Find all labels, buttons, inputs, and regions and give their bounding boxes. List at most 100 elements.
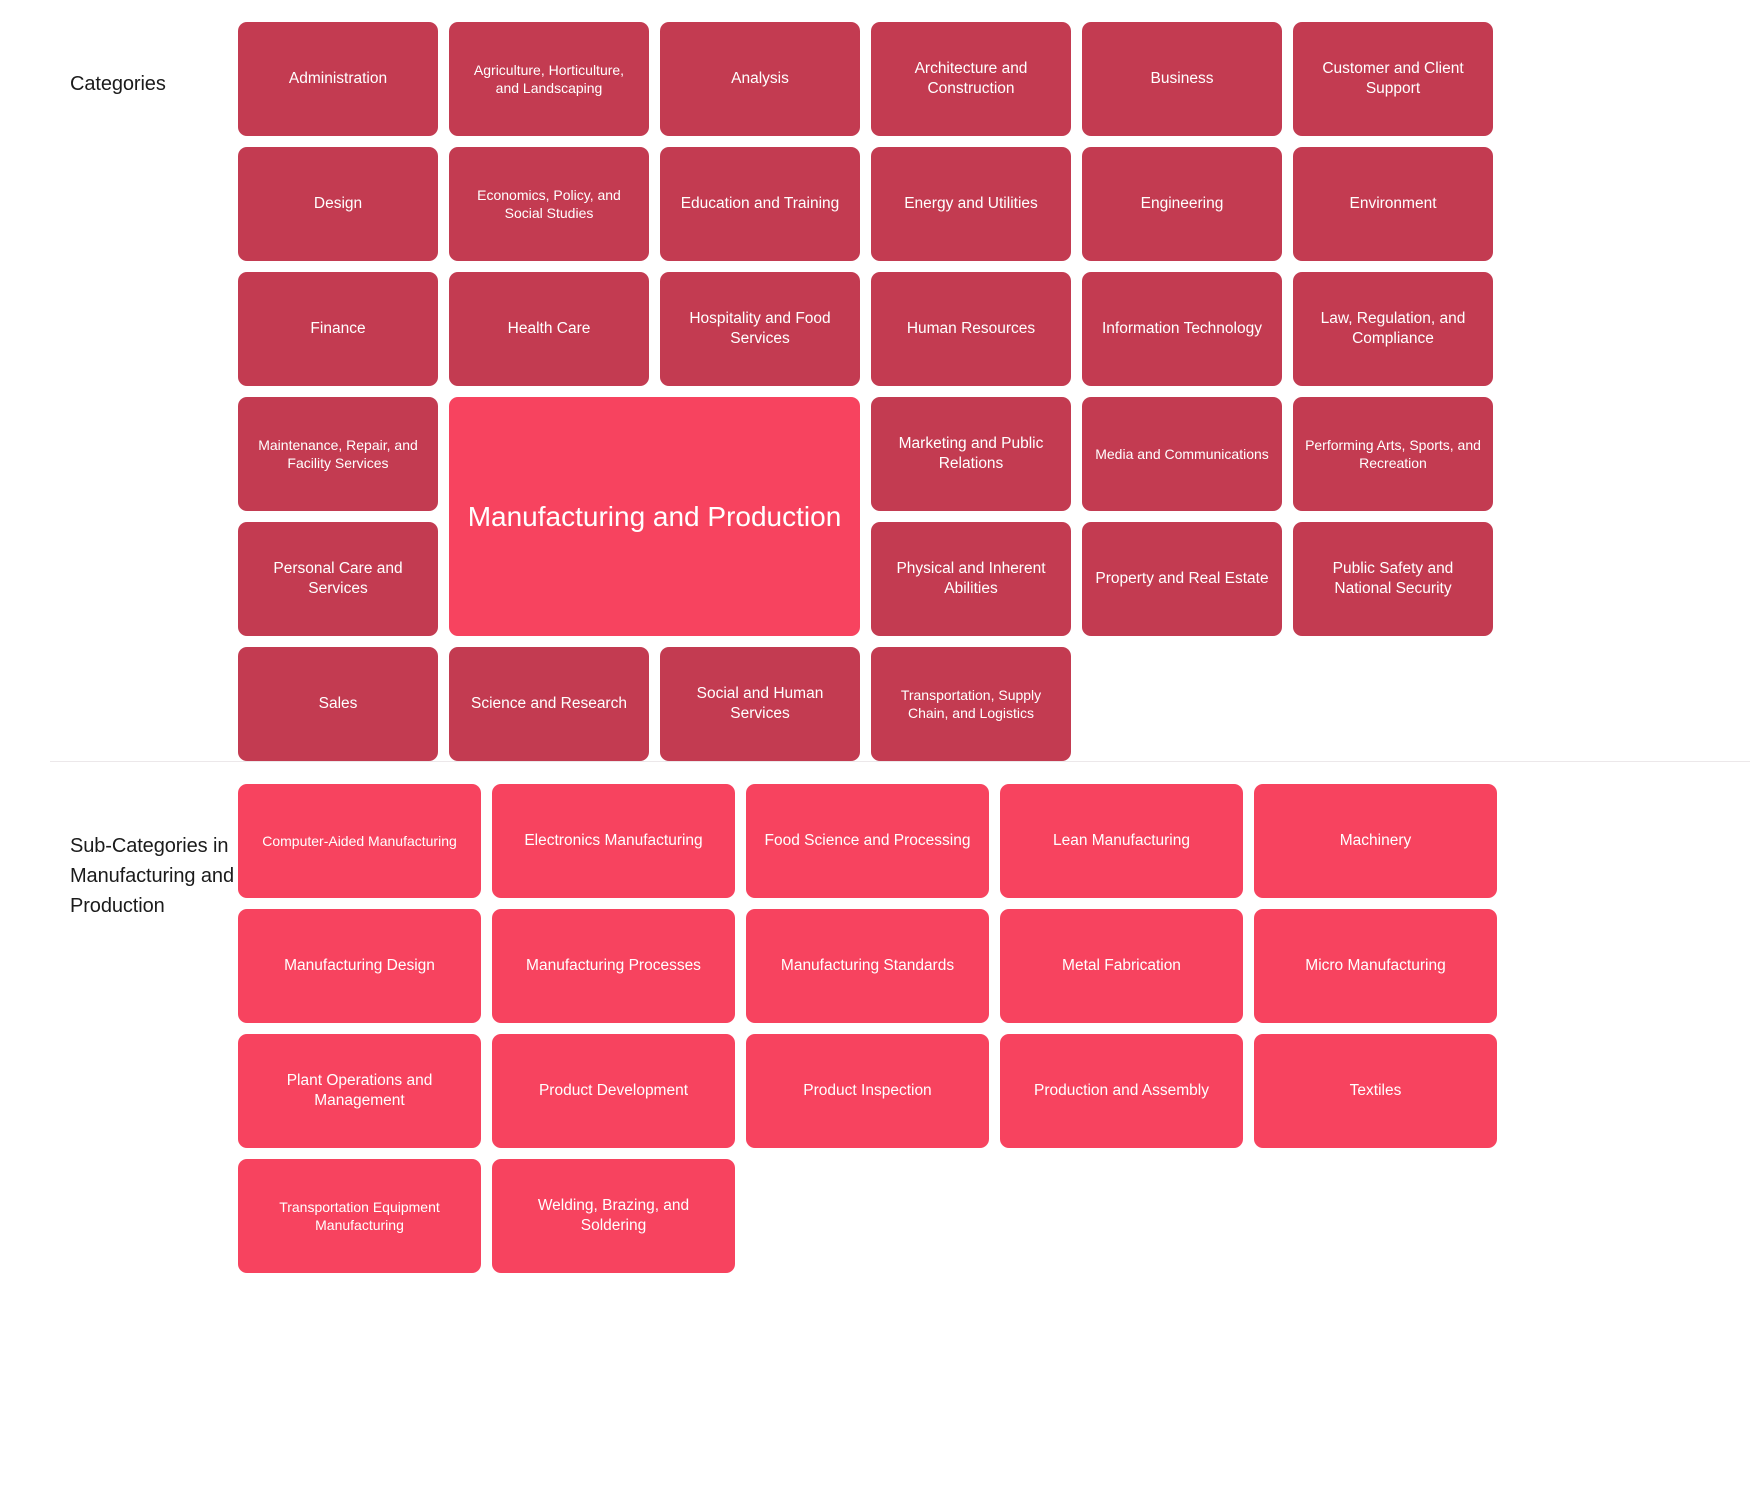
subcategory-tile-production-and-assembly[interactable]: Production and Assembly: [1000, 1034, 1243, 1148]
tile-label: Manufacturing Processes: [526, 956, 701, 974]
subcategory-tile-electronics-manufacturing[interactable]: Electronics Manufacturing: [492, 784, 735, 898]
categories-grid: Administration Agriculture, Horticulture,…: [238, 22, 1493, 761]
category-tile-physical-and-inherent-abilities[interactable]: Physical and Inherent Abilities: [871, 522, 1071, 636]
tile-label: Media and Communications: [1095, 445, 1269, 462]
tile-label: Transportation Equipment Manufacturing: [279, 1198, 440, 1233]
category-tile-design[interactable]: Design: [238, 147, 438, 261]
tile-label: Lean Manufacturing: [1052, 831, 1190, 849]
subcategory-tile-manufacturing-processes[interactable]: Manufacturing Processes: [492, 909, 735, 1023]
category-tile-health-care[interactable]: Health Care: [449, 272, 649, 386]
subcategory-tile-transportation-equipment-manufacturing[interactable]: Transportation Equipment Manufacturing: [238, 1159, 481, 1273]
subcategories-grid: Computer-Aided Manufacturing Electronics …: [238, 784, 1497, 1273]
category-tile-maintenance-repair-and-facility-services[interactable]: Maintenance, Repair, and Facility Servic…: [238, 397, 438, 511]
subcategory-tile-lean-manufacturing[interactable]: Lean Manufacturing: [1000, 784, 1243, 898]
subcategory-tile-plant-operations-and-management[interactable]: Plant Operations and Management: [238, 1034, 481, 1148]
subcategory-tile-product-development[interactable]: Product Development: [492, 1034, 735, 1148]
tile-label: Plant Operations and Management: [286, 1071, 433, 1109]
category-tile-marketing-and-public-relations[interactable]: Marketing and Public Relations: [871, 397, 1071, 511]
category-tile-customer-and-client-support[interactable]: Customer and Client Support: [1293, 22, 1493, 136]
tile-label: Production and Assembly: [1034, 1081, 1209, 1099]
category-tile-human-resources[interactable]: Human Resources: [871, 272, 1071, 386]
category-tile-engineering[interactable]: Engineering: [1082, 147, 1282, 261]
category-tile-analysis[interactable]: Analysis: [660, 22, 860, 136]
category-tile-architecture-and-construction[interactable]: Architecture and Construction: [871, 22, 1071, 136]
category-tile-economics-policy-and-social-studies[interactable]: Economics, Policy, and Social Studies: [449, 147, 649, 261]
tile-label: Textiles: [1349, 1081, 1402, 1099]
category-tile-public-safety-and-national-security[interactable]: Public Safety and National Security: [1293, 522, 1493, 636]
category-tile-sales[interactable]: Sales: [238, 647, 438, 761]
tile-label: Electronics Manufacturing: [524, 831, 703, 849]
tile-label: Welding, Brazing, and Soldering: [537, 1196, 690, 1234]
category-tile-finance[interactable]: Finance: [238, 272, 438, 386]
subcategory-tile-machinery[interactable]: Machinery: [1254, 784, 1497, 898]
category-tile-agriculture-horticulture-and-landscaping[interactable]: Agriculture, Horticulture, and Landscapi…: [449, 22, 649, 136]
tile-label: Metal Fabrication: [1062, 956, 1181, 974]
tile-label: Business: [1150, 69, 1214, 87]
category-tile-business[interactable]: Business: [1082, 22, 1282, 136]
tile-label: Product Inspection: [803, 1081, 932, 1099]
subcategory-tile-manufacturing-standards[interactable]: Manufacturing Standards: [746, 909, 989, 1023]
category-tile-science-and-research[interactable]: Science and Research: [449, 647, 649, 761]
tile-label: Science and Research: [471, 694, 627, 712]
tile-label: Transportation, Supply Chain, and Logist…: [900, 686, 1042, 721]
categories-section: Categories Administration Agriculture, Ho…: [0, 0, 1762, 761]
category-tile-manufacturing-and-production[interactable]: Manufacturing and Production: [449, 397, 860, 636]
subcategory-tile-metal-fabrication[interactable]: Metal Fabrication: [1000, 909, 1243, 1023]
category-tile-social-and-human-services[interactable]: Social and Human Services: [660, 647, 860, 761]
category-tile-property-and-real-estate[interactable]: Property and Real Estate: [1082, 522, 1282, 636]
subcategory-tile-textiles[interactable]: Textiles: [1254, 1034, 1497, 1148]
tile-label: Agriculture, Horticulture, and Landscapi…: [473, 61, 625, 96]
category-tile-environment[interactable]: Environment: [1293, 147, 1493, 261]
category-tile-transportation-supply-chain-and-logistics[interactable]: Transportation, Supply Chain, and Logist…: [871, 647, 1071, 761]
tile-label: Environment: [1349, 194, 1437, 212]
subcategory-tile-product-inspection[interactable]: Product Inspection: [746, 1034, 989, 1148]
category-tile-education-and-training[interactable]: Education and Training: [660, 147, 860, 261]
subcategory-tile-welding-brazing-and-soldering[interactable]: Welding, Brazing, and Soldering: [492, 1159, 735, 1273]
tile-label: Food Science and Processing: [764, 831, 971, 849]
subcategory-tile-micro-manufacturing[interactable]: Micro Manufacturing: [1254, 909, 1497, 1023]
tile-label: Machinery: [1339, 831, 1412, 849]
subcategories-section: Sub-Categories in Manufacturing and Prod…: [0, 762, 1762, 1273]
tile-label: Hospitality and Food Services: [689, 309, 831, 347]
tile-label: Manufacturing Standards: [780, 956, 955, 974]
subcategory-tile-manufacturing-design[interactable]: Manufacturing Design: [238, 909, 481, 1023]
tile-label: Social and Human Services: [696, 684, 824, 722]
category-tile-information-technology[interactable]: Information Technology: [1082, 272, 1282, 386]
category-tile-performing-arts-sports-and-recreation[interactable]: Performing Arts, Sports, and Recreation: [1293, 397, 1493, 511]
tile-label: Maintenance, Repair, and Facility Servic…: [258, 436, 418, 471]
tile-label: Design: [313, 194, 363, 212]
subcategory-tile-food-science-and-processing[interactable]: Food Science and Processing: [746, 784, 989, 898]
tile-label: Energy and Utilities: [904, 194, 1038, 212]
categories-section-label: Categories: [70, 73, 166, 95]
tile-label: Customer and Client Support: [1322, 59, 1464, 97]
tile-label: Administration: [288, 69, 388, 87]
tile-label: Finance: [310, 319, 366, 337]
category-tile-law-regulation-and-compliance[interactable]: Law, Regulation, and Compliance: [1293, 272, 1493, 386]
tile-label: Computer-Aided Manufacturing: [262, 832, 457, 849]
tile-label: Manufacturing and Production: [467, 500, 842, 532]
subcategory-tile-computer-aided-manufacturing[interactable]: Computer-Aided Manufacturing: [238, 784, 481, 898]
category-tile-hospitality-and-food-services[interactable]: Hospitality and Food Services: [660, 272, 860, 386]
category-tile-media-and-communications[interactable]: Media and Communications: [1082, 397, 1282, 511]
tile-label: Physical and Inherent Abilities: [896, 559, 1046, 597]
tile-label: Economics, Policy, and Social Studies: [477, 186, 621, 221]
tile-label: Education and Training: [680, 194, 840, 212]
tile-label: Property and Real Estate: [1095, 569, 1269, 587]
category-tile-administration[interactable]: Administration: [238, 22, 438, 136]
tile-label: Sales: [318, 694, 358, 712]
tile-label: Marketing and Public Relations: [898, 434, 1044, 472]
tile-label: Public Safety and National Security: [1332, 559, 1454, 597]
tile-label: Product Development: [538, 1081, 689, 1099]
subcategories-section-label: Sub-Categories in Manufacturing and Prod…: [70, 835, 234, 917]
tile-label: Performing Arts, Sports, and Recreation: [1305, 436, 1481, 471]
tile-label: Health Care: [507, 319, 591, 337]
tile-label: Manufacturing Design: [284, 956, 435, 974]
category-tile-personal-care-and-services[interactable]: Personal Care and Services: [238, 522, 438, 636]
category-browser-page: Categories Administration Agriculture, Ho…: [0, 0, 1762, 1486]
tile-label: Micro Manufacturing: [1305, 956, 1446, 974]
tile-label: Law, Regulation, and Compliance: [1320, 309, 1466, 347]
tile-label: Information Technology: [1102, 319, 1262, 337]
tile-label: Human Resources: [906, 319, 1036, 337]
category-tile-energy-and-utilities[interactable]: Energy and Utilities: [871, 147, 1071, 261]
tile-label: Architecture and Construction: [914, 59, 1028, 97]
